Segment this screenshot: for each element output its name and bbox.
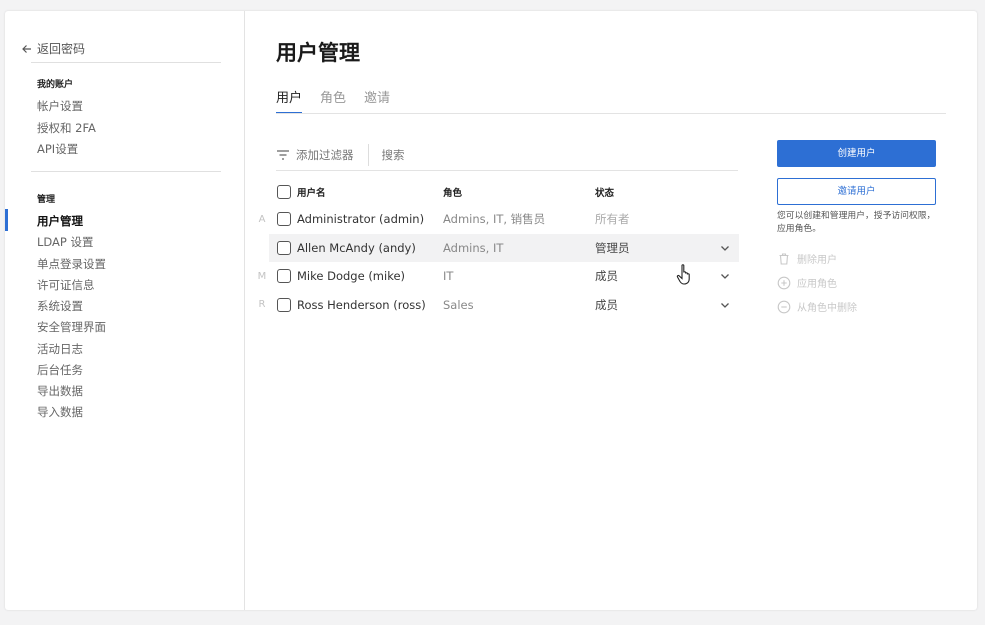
trash-icon: [779, 252, 789, 265]
tab-bar: 用户 角色 邀请: [276, 87, 390, 114]
user-name: Ross Henderson (ross): [297, 297, 426, 312]
sidebar-item-user-management[interactable]: 用户管理: [37, 213, 83, 229]
group-letter: M: [257, 270, 267, 282]
remove-from-role-label: 从角色中删除: [797, 303, 857, 314]
user-role: Admins, IT, 销售员: [443, 212, 546, 227]
sidebar-item-sso[interactable]: 单点登录设置: [37, 256, 106, 272]
select-all-checkbox[interactable]: [277, 185, 291, 199]
plus-circle-icon: [777, 276, 791, 289]
user-role: Sales: [443, 297, 474, 312]
add-filter-label: 添加过滤器: [296, 147, 354, 162]
back-link[interactable]: 返回密码: [21, 40, 85, 57]
sidebar-item-auth-2fa[interactable]: 授权和 2FA: [37, 120, 96, 136]
tab-users[interactable]: 用户: [276, 87, 303, 114]
header-status: 状态: [595, 188, 615, 199]
add-filter-button[interactable]: 添加过滤器: [276, 147, 368, 163]
sidebar-item-system-settings[interactable]: 系统设置: [37, 298, 83, 314]
tab-roles[interactable]: 角色: [320, 87, 346, 114]
row-checkbox[interactable]: [277, 212, 291, 227]
create-user-button[interactable]: 创建用户: [777, 140, 936, 167]
main-content: 用户管理 用户 角色 邀请 添加过滤器 用户名 角色 状态 A: [245, 11, 977, 610]
table-header-row: 用户名 角色 状态: [269, 179, 739, 205]
user-name: Allen McAndy (andy): [297, 240, 416, 255]
table-row[interactable]: A Administrator (admin) Admins, IT, 销售员 …: [259, 205, 739, 234]
minus-circle-icon: [777, 300, 791, 313]
sidebar-item-import[interactable]: 导入数据: [37, 404, 83, 420]
filter-icon: [277, 149, 289, 160]
table-row[interactable]: R Ross Henderson (ross) Sales 成员: [259, 291, 739, 320]
active-indicator: [5, 209, 8, 231]
user-status: 成员: [595, 269, 618, 284]
back-label: 返回密码: [37, 42, 86, 56]
chevron-down-icon[interactable]: [719, 242, 731, 254]
sidebar-item-security[interactable]: 安全管理界面: [37, 319, 106, 335]
group-letter: A: [258, 213, 266, 225]
sidebar-item-activity-log[interactable]: 活动日志: [37, 341, 83, 357]
table-row[interactable]: M Mike Dodge (mike) IT 成员: [258, 262, 739, 291]
user-role: IT: [443, 269, 454, 284]
user-role: Admins, IT: [443, 240, 504, 255]
divider: [31, 62, 221, 63]
table-row[interactable]: Allen McAndy (andy) Admins, IT 管理员: [269, 233, 739, 262]
remove-from-role-action[interactable]: 从角色中删除: [777, 299, 857, 314]
delete-user-action[interactable]: 删除用户: [777, 251, 837, 266]
sidebar-item-ldap[interactable]: LDAP 设置: [37, 234, 94, 250]
row-checkbox[interactable]: [277, 240, 291, 255]
filter-bar: 添加过滤器: [276, 139, 738, 171]
user-status: 所有者: [595, 212, 630, 227]
sidebar-item-license[interactable]: 许可证信息: [37, 277, 95, 293]
divider: [31, 171, 221, 172]
hand-pointer-icon: [676, 264, 690, 285]
section-title-my-account: 我的账户: [37, 80, 74, 90]
user-name: Mike Dodge (mike): [297, 269, 406, 284]
tabs-divider: [276, 113, 946, 114]
section-title-manage: 管理: [37, 195, 56, 205]
header-role: 角色: [443, 188, 463, 199]
tab-invites[interactable]: 邀请: [364, 87, 390, 114]
page-title: 用户管理: [276, 41, 360, 65]
delete-user-label: 删除用户: [797, 255, 837, 266]
header-username: 用户名: [297, 188, 326, 199]
help-text: 您可以创建和管理用户，授予访问权限，应用角色。: [777, 211, 936, 234]
apply-role-label: 应用角色: [797, 279, 837, 290]
users-table: 用户名 角色 状态 A Administrator (admin) Admins…: [258, 179, 739, 320]
invite-user-button[interactable]: 邀请用户: [777, 178, 936, 205]
user-status: 成员: [595, 297, 618, 312]
user-status: 管理员: [595, 240, 630, 255]
apply-role-action[interactable]: 应用角色: [777, 275, 837, 290]
chevron-down-icon[interactable]: [719, 270, 731, 282]
row-checkbox[interactable]: [277, 297, 291, 312]
sidebar-item-background-tasks[interactable]: 后台任务: [37, 362, 83, 378]
sidebar-item-account-settings[interactable]: 帐户设置: [37, 98, 83, 114]
divider: [367, 143, 369, 166]
app-window: 返回密码 我的账户 帐户设置 授权和 2FA API设置 管理 用户管理 LDA…: [5, 11, 977, 610]
user-name: Administrator (admin): [297, 212, 425, 227]
sidebar: 返回密码 我的账户 帐户设置 授权和 2FA API设置 管理 用户管理 LDA…: [5, 11, 245, 610]
sidebar-item-export[interactable]: 导出数据: [37, 383, 83, 399]
sidebar-item-api-settings[interactable]: API设置: [37, 141, 78, 157]
group-letter: R: [258, 299, 266, 311]
row-checkbox[interactable]: [277, 269, 291, 284]
arrow-left-icon: [22, 44, 31, 53]
chevron-down-icon[interactable]: [719, 299, 731, 311]
search-input[interactable]: [381, 147, 642, 162]
